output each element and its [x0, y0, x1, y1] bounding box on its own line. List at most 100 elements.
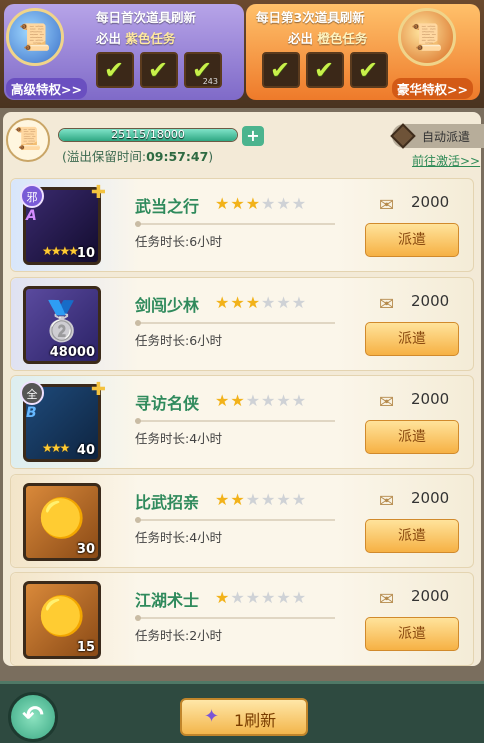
- advanced-privilege-link[interactable]: 高级特权>>: [6, 78, 87, 99]
- luxury-privilege-link[interactable]: 豪华特权>>: [392, 78, 473, 99]
- rating-star-icon: ★: [245, 194, 262, 213]
- task-duration: 任务时长:6小时: [135, 332, 223, 348]
- rating-star-icon: ★: [230, 588, 246, 607]
- faction-tag: 邪: [20, 184, 44, 208]
- treasure-emblem-icon: 📜: [398, 8, 456, 66]
- rating-star-icon: ★: [261, 489, 277, 509]
- orange-slot-1: ✔: [262, 52, 300, 88]
- reward-thumbnail[interactable]: 🟡 15: [23, 581, 101, 659]
- divider: [135, 418, 335, 424]
- reward-thumbnail[interactable]: 🟡 30: [23, 482, 101, 561]
- check-icon: ✔: [104, 56, 125, 84]
- task-duration: 任务时长:6小时: [135, 234, 223, 249]
- rating-star-icon: ★: [215, 292, 231, 312]
- dispatch-button[interactable]: 派遣: [365, 223, 459, 257]
- rating-star-icon: ★: [215, 194, 231, 213]
- purple-panel-line2: 必出 紫色任务: [96, 31, 176, 46]
- overflow-timer: 09:57:47: [146, 149, 209, 164]
- task-list: 邪 A ✚ ★★★★ 10 武当之行 ★★★★★★ 任务时长:6小时 ✉ 2000 派遣 🥈 48000…: [10, 178, 474, 671]
- orange-slot-3: ✔: [350, 52, 388, 88]
- reward-item-icon: 🟡: [38, 495, 86, 540]
- back-button[interactable]: ↶: [8, 692, 58, 742]
- bottom-bar: ↶ ✦ 1刷新: [0, 681, 484, 743]
- rating-star-icon: ★: [291, 292, 308, 312]
- task-card[interactable]: 🟡 30 比武招亲 ★★★★★★ 任务时长:4小时 ✉ 2000 派遣: [10, 473, 474, 568]
- task-cost: 2000: [411, 390, 450, 408]
- rating-star-icon: ★: [230, 391, 246, 410]
- rating-star-icon: ★: [215, 391, 231, 410]
- rating-star-icon: ★: [261, 391, 277, 410]
- reward-thumbnail[interactable]: 全 B ✚ ★★★ 40: [20, 379, 106, 462]
- task-cost: 2000: [411, 587, 450, 605]
- rating-star-icon: ★: [230, 292, 246, 312]
- auto-dispatch-label: 自动派遣: [422, 130, 471, 144]
- rating-star-icon: ★: [245, 489, 262, 509]
- dispatch-button[interactable]: 派遣: [365, 321, 459, 356]
- task-card[interactable]: 🟡 15 江湖术士 ★★★★★★ 任务时长:2小时 ✉ 2000 派遣: [10, 572, 474, 666]
- puzzle-piece-icon: ✚: [90, 379, 106, 400]
- divider: [135, 319, 335, 326]
- scroll-emblem-icon: 📜: [6, 8, 64, 66]
- reward-count: 48000: [49, 344, 95, 360]
- refresh-button[interactable]: ✦ 1刷新: [180, 698, 308, 736]
- task-rating: ★★★★★★: [215, 194, 307, 213]
- reward-count: 15: [76, 640, 95, 655]
- event-banner: 📜 每日首次道具刷新 必出 紫色任务 ✔ ✔ ✔ 243 高级特权>> 每日第3次…: [0, 0, 484, 108]
- rating-star-icon: ★: [245, 588, 262, 607]
- task-cost: 2000: [411, 488, 450, 507]
- task-rating: ★★★★★★: [215, 293, 307, 312]
- refresh-label: 1刷新: [234, 711, 277, 730]
- back-arrow-icon: ↶: [22, 701, 44, 731]
- rating-star-icon: ★: [276, 391, 292, 410]
- task-card[interactable]: 🥈 48000 剑闯少林 ★★★★★★ 任务时长:6小时 ✉ 2000 派遣: [10, 276, 474, 371]
- puzzle-piece-icon: ✚: [90, 182, 106, 203]
- rating-star-icon: ★: [261, 194, 277, 213]
- reward-thumbnail[interactable]: 邪 A ✚ ★★★★ 10: [20, 182, 106, 265]
- rating-star-icon: ★: [215, 489, 231, 509]
- orange-privilege-panel[interactable]: 每日第3次道具刷新 必出 橙色任务 ✔ ✔ ✔ 📜 豪华特权>>: [246, 4, 480, 100]
- dispatch-button[interactable]: 派遣: [365, 617, 459, 651]
- rating-star-icon: ★: [245, 391, 262, 410]
- scroll-cost-icon: ✉: [379, 490, 395, 512]
- rating-star-icon: ★: [291, 489, 308, 509]
- task-card[interactable]: 全 B ✚ ★★★ 40 寻访名侠 ★★★★★★ 任务时长:4小时 ✉ 2000 派遣: [10, 375, 474, 469]
- scroll-cost-icon: ✉: [379, 293, 395, 315]
- progress-label: 25115/18000: [111, 128, 185, 141]
- task-cost: 2000: [411, 291, 450, 310]
- status-bar: 📜 25115/18000 + (溢出保留时间:09:57:47) 自动派遣 前…: [0, 112, 484, 172]
- add-button[interactable]: +: [242, 126, 264, 146]
- scroll-cost-icon: ✉: [379, 195, 395, 216]
- auto-dispatch-toggle[interactable]: 自动派遣: [390, 123, 484, 149]
- purple-slot-1: ✔: [96, 52, 134, 88]
- check-icon: ✔: [270, 56, 291, 84]
- task-name: 剑闯少林: [135, 295, 200, 315]
- grade-label: B: [26, 405, 37, 421]
- dispatch-button[interactable]: 派遣: [365, 420, 459, 454]
- scroll-cost-icon: ✉: [379, 392, 395, 413]
- rating-star-icon: ★: [276, 292, 292, 312]
- rating-star-icon: ★: [291, 194, 308, 213]
- task-duration: 任务时长:2小时: [135, 628, 223, 643]
- rating-star-icon: ★: [261, 588, 277, 607]
- rating-star-icon: ★: [291, 391, 308, 410]
- task-name: 武当之行: [135, 197, 200, 216]
- rating-star-icon: ★: [276, 194, 292, 213]
- rating-star-icon: ★: [276, 489, 292, 509]
- orange-slot-2: ✔: [306, 52, 344, 88]
- purple-slot-2: ✔: [140, 52, 178, 88]
- task-card[interactable]: 邪 A ✚ ★★★★ 10 武当之行 ★★★★★★ 任务时长:6小时 ✉ 2000 派遣: [10, 178, 474, 272]
- rating-star-icon: ★: [230, 489, 246, 509]
- dispatch-button[interactable]: 派遣: [365, 518, 459, 553]
- purple-privilege-panel[interactable]: 📜 每日首次道具刷新 必出 紫色任务 ✔ ✔ ✔ 243 高级特权>>: [4, 4, 244, 100]
- grade-label: A: [26, 208, 37, 224]
- purple-task-highlight: 紫色任务: [125, 31, 176, 46]
- orange-task-highlight: 橙色任务: [317, 31, 368, 46]
- reward-thumbnail[interactable]: 🥈 48000: [23, 285, 101, 364]
- task-rating: ★★★★★★: [215, 490, 307, 509]
- task-cost: 2000: [411, 193, 450, 211]
- task-rating: ★★★★★★: [215, 391, 307, 410]
- reward-count: 40: [76, 443, 95, 458]
- overflow-retention: (溢出保留时间:09:57:47): [62, 149, 214, 164]
- rating-star-icon: ★: [230, 194, 246, 213]
- goto-activate-link[interactable]: 前往激活>>: [412, 152, 480, 169]
